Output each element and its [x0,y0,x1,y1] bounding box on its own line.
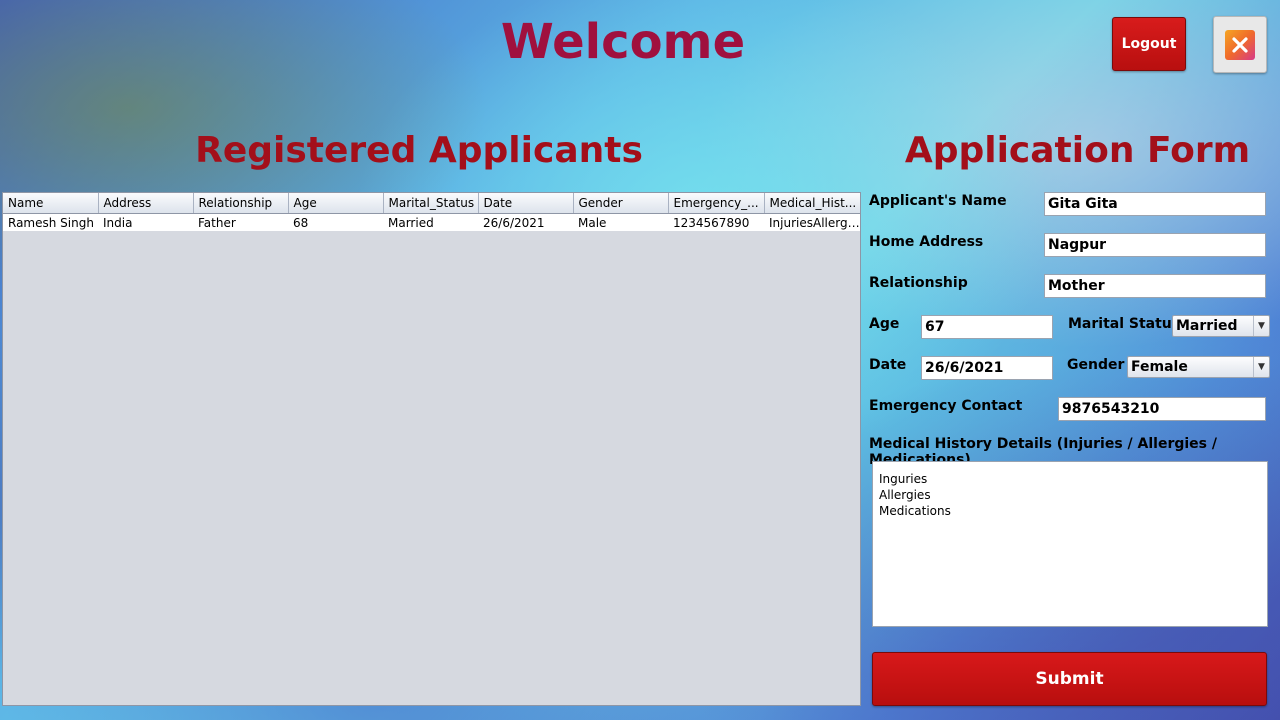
marital-status-value: Married [1176,318,1238,334]
applicants-heading: Registered Applicants [195,130,643,171]
address-field[interactable]: Nagpur [1044,233,1266,257]
relationship-label: Relationship [869,275,968,291]
cell-address[interactable]: India [98,213,193,231]
column-header-date[interactable]: Date [478,193,574,214]
cell-relationship[interactable]: Father [193,213,288,231]
column-header-age[interactable]: Age [288,193,384,214]
date-field[interactable]: 26/6/2021 [921,356,1053,380]
emergency-contact-label: Emergency Contact [869,398,1023,414]
page-title: Welcome [500,14,746,70]
column-header-gender[interactable]: Gender [573,193,669,214]
address-label: Home Address [869,234,984,250]
date-label: Date [869,357,907,373]
close-icon [1225,29,1255,60]
cell-date[interactable]: 26/6/2021 [478,213,573,231]
age-label: Age [869,316,900,332]
column-header-address[interactable]: Address [98,193,194,214]
age-field[interactable]: 67 [921,315,1053,339]
column-header-name[interactable]: Name [3,193,99,214]
gender-value: Female [1131,359,1188,375]
marital-status-select[interactable]: Married ▼ [1172,315,1270,337]
medical-line: Medications [879,504,951,518]
emergency-contact-field[interactable]: 9876543210 [1058,397,1266,421]
column-header-medical[interactable]: Medical_Hist... [764,193,860,214]
medical-line: Inguries [879,472,928,486]
name-label: Applicant's Name [869,193,1007,209]
logout-button[interactable]: Logout [1112,17,1186,71]
submit-button[interactable]: Submit [872,652,1267,706]
cell-medical[interactable]: InjuriesAllergi... [764,213,860,231]
applicants-table[interactable]: Name Address Relationship Age Marital_St… [2,192,861,706]
medical-history-textarea[interactable]: Inguries Allergies Medications [872,461,1268,627]
cell-marital-status[interactable]: Married [383,213,478,231]
medical-line: Allergies [879,488,931,502]
table-header-row: Name Address Relationship Age Marital_St… [3,193,860,214]
cell-emergency[interactable]: 1234567890 [668,213,764,231]
chevron-down-icon[interactable]: ▼ [1253,316,1269,336]
chevron-down-icon[interactable]: ▼ [1253,357,1269,377]
gender-select[interactable]: Female ▼ [1127,356,1270,378]
form-heading: Application Form [904,130,1251,171]
cell-age[interactable]: 68 [288,213,383,231]
table-row[interactable]: Ramesh Singh India Father 68 Married 26/… [3,213,860,231]
column-header-emergency[interactable]: Emergency_... [668,193,765,214]
marital-status-label: Marital Status [1068,316,1181,332]
name-field[interactable]: Gita Gita [1044,192,1266,216]
close-button[interactable] [1213,16,1267,73]
column-header-relationship[interactable]: Relationship [193,193,289,214]
cell-gender[interactable]: Male [573,213,668,231]
column-header-marital-status[interactable]: Marital_Status [383,193,479,214]
relationship-field[interactable]: Mother [1044,274,1266,298]
cell-name[interactable]: Ramesh Singh [3,213,98,231]
gender-label: Gender [1067,357,1125,373]
